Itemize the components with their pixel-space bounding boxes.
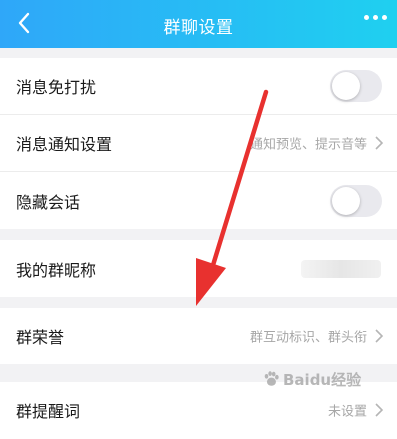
page-title: 群聊设置 xyxy=(163,18,234,38)
chevron-right-icon xyxy=(375,403,384,417)
row-value: 群互动标识、群头衔 xyxy=(249,330,367,346)
row-value: 未设置 xyxy=(327,404,367,420)
do-not-disturb-toggle[interactable] xyxy=(330,70,382,102)
row-label: 隐藏会话 xyxy=(16,192,81,212)
row-label: 群荣誉 xyxy=(16,328,65,347)
row-label: 我的群昵称 xyxy=(16,260,97,280)
hide-conversation-row[interactable]: 隐藏会话 xyxy=(0,172,397,229)
group-honor-row[interactable]: 群荣誉 群互动标识、群头衔 xyxy=(0,308,397,364)
chevron-right-icon xyxy=(375,136,384,150)
title-bar: 群聊设置 xyxy=(0,0,397,48)
group-nickname-row[interactable]: 我的群昵称 xyxy=(0,240,397,297)
row-label: 消息通知设置 xyxy=(16,135,113,154)
blurred-nickname-value xyxy=(301,259,381,278)
row-value: 通知预览、提示音等 xyxy=(249,137,367,153)
watermark-text: Baidu经验 xyxy=(283,370,362,389)
do-not-disturb-row[interactable]: 消息免打扰 xyxy=(0,58,397,115)
row-label: 消息免打扰 xyxy=(16,78,97,97)
row-label: 群提醒词 xyxy=(16,402,81,421)
hide-conversation-toggle[interactable] xyxy=(330,184,382,217)
paw-icon xyxy=(264,371,279,386)
more-dots-icon xyxy=(364,15,369,20)
baidu-watermark: Baidu经验 xyxy=(262,366,372,392)
more-options-button[interactable] xyxy=(364,15,387,20)
notification-settings-row[interactable]: 消息通知设置 通知预览、提示音等 xyxy=(0,115,397,172)
chevron-right-icon xyxy=(375,329,384,343)
